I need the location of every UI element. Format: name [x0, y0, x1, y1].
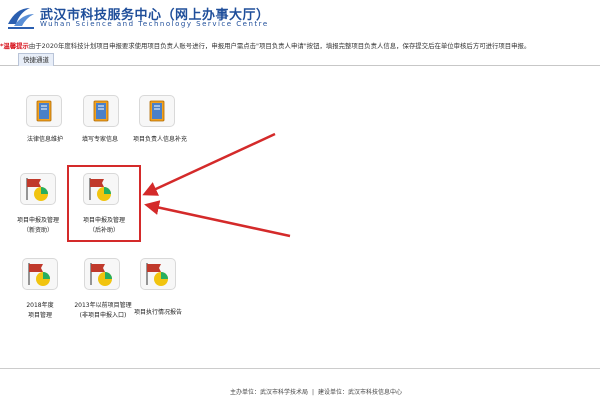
- tile-label-sub: （新资助）: [22, 227, 53, 234]
- book-icon: [139, 95, 175, 127]
- site-header: 武汉市科技服务中心（网上办事大厅） Wuhan Science and Tech…: [0, 0, 600, 34]
- tile-leader-info[interactable]: 项目负责人信息补充: [125, 95, 195, 155]
- tile-label: 项目申报及管理: [16, 217, 59, 224]
- site-logo-icon: [8, 8, 34, 29]
- notice-text: 由于2020年度科技计划项目申报要求使用项目负责人账号进行，申报用户需点击"项目…: [28, 42, 531, 50]
- site-subtitle: Wuhan Science and Technology Service Cen…: [40, 20, 269, 28]
- tile-label: 填写专家信息: [81, 136, 118, 143]
- book-icon: [83, 95, 119, 127]
- footer-separator: |: [312, 389, 315, 396]
- tab-bar: 快捷通道: [0, 53, 600, 66]
- footer-divider: [0, 368, 600, 369]
- footer-host: 主办单位：武汉市科学技术局: [230, 389, 309, 396]
- notice-prefix: *温馨提示: [0, 42, 29, 50]
- annotation-arrow-lower: [144, 200, 291, 238]
- footer-builder: 建设单位：武汉市科技信息中心: [318, 389, 403, 396]
- tab-quick-access[interactable]: 快捷通道: [18, 53, 54, 66]
- tile-label: 项目执行情况报告: [133, 309, 182, 316]
- tile-label-sub: 项目管理: [27, 312, 52, 319]
- tile-execution-report[interactable]: 项目执行情况报告: [126, 258, 190, 324]
- tile-label: 2018年度: [26, 302, 54, 309]
- chart-flag-icon: [20, 173, 56, 205]
- book-icon: [26, 95, 62, 127]
- notice-banner: *温馨提示由于2020年度科技计划项目申报要求使用项目负责人账号进行，申报用户需…: [0, 40, 600, 52]
- site-footer: 主办单位：武汉市科学技术局 | 建设单位：武汉市科技信息中心: [230, 387, 402, 396]
- chart-flag-icon: [84, 258, 120, 290]
- tile-2018-projects[interactable]: 2018年度 项目管理: [12, 258, 68, 324]
- tile-label: 项目负责人信息补充: [132, 136, 187, 143]
- tile-info-maintenance[interactable]: 法律信息维护: [16, 95, 74, 155]
- chart-flag-icon: [22, 258, 58, 290]
- tile-project-new-funding[interactable]: 项目申报及管理 （新资助）: [8, 173, 68, 239]
- tile-expert-info[interactable]: 填写专家信息: [71, 95, 129, 155]
- annotation-highlight-box: [67, 165, 141, 242]
- tile-label: 法律信息维护: [26, 136, 63, 143]
- chart-flag-icon: [140, 258, 176, 290]
